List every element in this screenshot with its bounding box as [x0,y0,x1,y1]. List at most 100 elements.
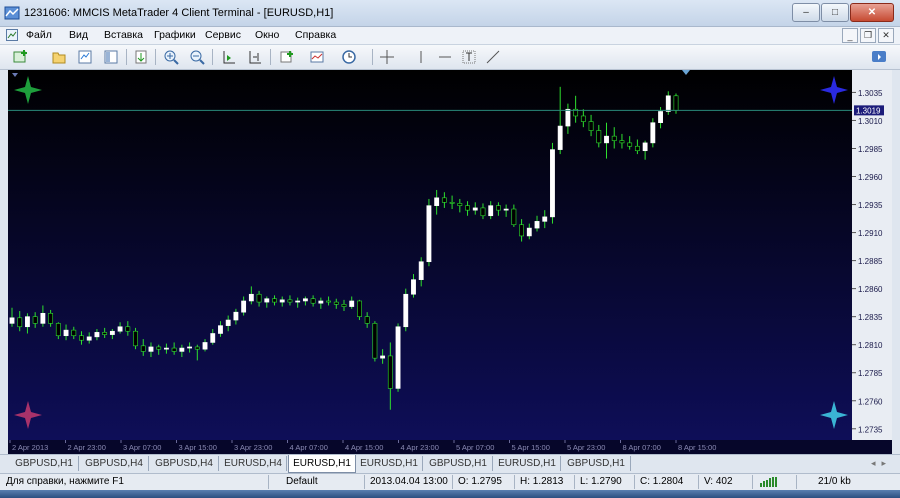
time-tick-label: 2 Apr 23:00 [68,443,106,452]
menu-bar: Файл Вид Вставка Графики Сервис Окно Спр… [0,27,900,45]
price-tick-label: 1.2735 [858,425,883,434]
candle-body [604,135,609,144]
menu-file[interactable]: Файл [26,29,52,41]
menu-tools[interactable]: Сервис [205,29,241,41]
tab-chart[interactable]: GBPUSD,H1 [562,456,631,471]
price-tick-label: 1.2985 [858,145,883,154]
connection-bars-icon[interactable] [760,477,778,487]
candle-body [187,346,193,349]
indicators-icon[interactable] [278,48,296,66]
candle-body [225,319,231,326]
price-chart[interactable]: 1.3035 1.3010 1.2985 1.2960 1.2935 1.2910 1.28… [8,70,892,454]
new-chart-icon[interactable] [12,48,30,66]
candle-body [318,300,324,304]
menu-view[interactable]: Вид [69,29,88,41]
candle-body [526,227,532,237]
candle-body [125,326,131,332]
candle-body [48,313,54,324]
tab-chart[interactable]: GBPUSD,H1 [424,456,493,471]
candle-body [465,205,470,211]
menu-charts[interactable]: Графики [154,29,196,41]
feedback-icon[interactable] [870,48,888,66]
periods-icon[interactable] [340,48,358,66]
price-tick-label: 1.2760 [858,397,883,406]
trendline-icon[interactable] [484,48,502,66]
tab-chart[interactable]: EURUSD,H1 [494,456,561,471]
chart-svg[interactable]: 1.3035 1.3010 1.2985 1.2960 1.2935 1.2910 1.28… [8,70,892,454]
status-profile[interactable]: Default [286,476,318,487]
candle-body [611,135,617,141]
candle-body [557,125,563,150]
price-tick-label: 1.2935 [858,201,883,210]
candle-body [94,332,100,338]
candle-body [333,301,339,305]
candle-body [341,304,347,307]
horizontal-line-icon[interactable] [436,48,454,66]
auto-scroll-icon[interactable] [220,48,238,66]
child-restore-button[interactable]: ❐ [860,28,876,43]
candle-body [503,208,509,211]
vertical-line-icon[interactable] [412,48,430,66]
child-minimize-button[interactable]: _ [842,28,858,43]
chart-shift-icon[interactable] [246,48,264,66]
minimize-button[interactable]: – [792,3,820,22]
candle [395,323,401,392]
candle-body [349,300,355,307]
new-order-icon[interactable] [132,48,150,66]
tab-chart[interactable]: GBPUSD,H4 [80,456,149,471]
candle-body [241,300,247,313]
candle-body [642,142,648,152]
navigator-icon[interactable] [102,48,120,66]
candle-body [411,279,416,295]
time-tick-label: 5 Apr 15:00 [512,443,550,452]
templates-icon[interactable] [308,48,326,66]
candle-body [449,202,455,204]
zoom-out-icon[interactable] [188,48,206,66]
close-button[interactable]: ✕ [850,3,894,22]
candle-body [550,149,555,218]
candle [403,288,409,332]
menu-window[interactable]: Окно [255,29,279,41]
candle-body [194,346,200,350]
tab-chart[interactable]: GBPUSD,H4 [150,456,219,471]
candle-body [480,207,486,217]
candle-body [511,208,517,226]
candle-body [210,333,216,343]
candle-body [256,293,262,303]
candle-body [634,145,640,152]
maximize-button[interactable]: □ [821,3,849,22]
toolbar [0,45,900,70]
crosshair-icon[interactable] [378,48,396,66]
candle-body [650,122,656,144]
tab-chart-active[interactable]: EURUSD,H1 [288,455,356,473]
bid-price-label: 1.3019 [856,106,881,115]
market-watch-icon[interactable] [76,48,94,66]
tab-chart[interactable]: EURUSD,H4 [220,456,287,471]
status-close: C: 1.2804 [640,476,684,487]
candle-body [588,121,594,131]
menu-help[interactable]: Справка [295,29,336,41]
text-icon[interactable] [460,48,478,66]
candle-body [179,347,185,352]
candle-body [171,347,177,352]
chart-document-icon[interactable] [6,29,18,41]
candle-body [163,347,169,350]
candle-body [457,203,463,206]
status-volume: V: 402 [704,476,733,487]
candle-body [79,335,84,341]
candle-body [117,326,123,332]
tab-scroll-arrows-icon[interactable]: ◂▸ [871,458,892,469]
candle-body [202,342,208,350]
candle-body [357,300,362,317]
window-title: 1231606: MMCIS MetaTrader 4 Client Termi… [24,7,334,19]
tab-chart[interactable]: GBPUSD,H1 [10,456,79,471]
zoom-in-icon[interactable] [162,48,180,66]
menu-insert[interactable]: Вставка [104,29,143,41]
time-tick-label: 3 Apr 23:00 [234,443,272,452]
candle-body [403,293,409,328]
child-close-button[interactable]: ✕ [878,28,894,43]
candle-body [140,345,146,352]
tab-chart[interactable]: EURUSD,H1 [356,456,423,471]
profiles-icon[interactable] [50,48,68,66]
candle-body [665,95,671,112]
